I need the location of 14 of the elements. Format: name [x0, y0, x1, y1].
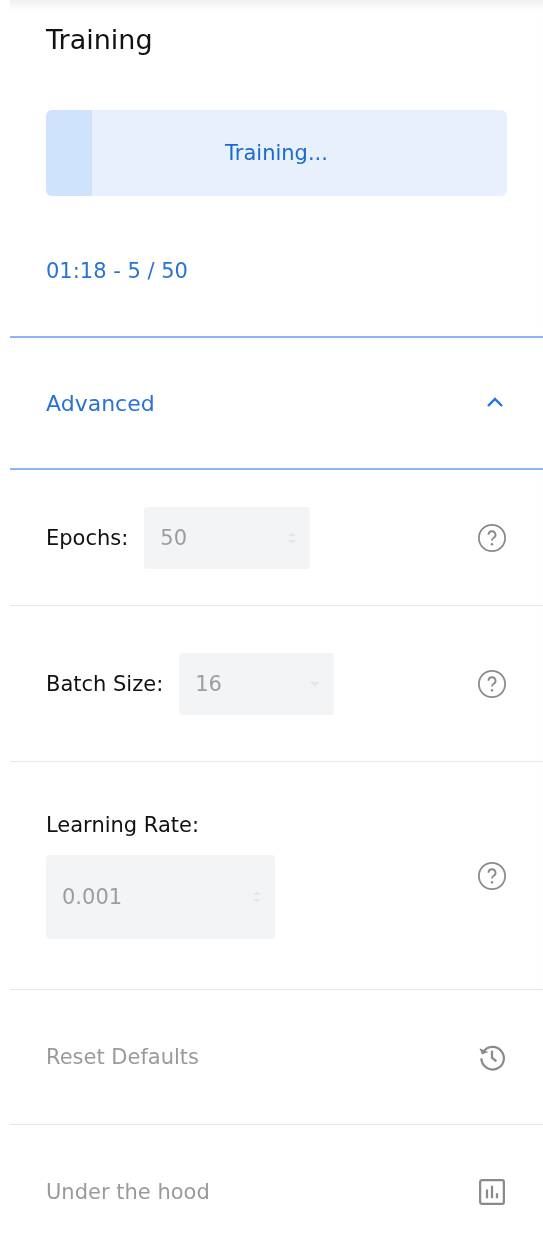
advanced-toggle[interactable]: Advanced	[10, 336, 543, 470]
setting-label: Batch Size:	[46, 671, 164, 696]
help-icon	[477, 860, 507, 891]
help-icon	[477, 522, 507, 553]
help-icon	[477, 668, 507, 699]
setting-label: Epochs:	[46, 525, 129, 550]
bar-chart-icon	[477, 1177, 507, 1207]
training-progress-button[interactable]: Training...	[46, 110, 507, 196]
dropdown-field: 16	[179, 652, 335, 715]
section-title: Training	[46, 23, 154, 57]
training-status: 01:18 - 5 / 50	[46, 258, 189, 285]
number-field: 0.001	[46, 854, 275, 939]
setting-label: Learning Rate:	[46, 812, 200, 837]
number-field: 50	[144, 506, 311, 569]
